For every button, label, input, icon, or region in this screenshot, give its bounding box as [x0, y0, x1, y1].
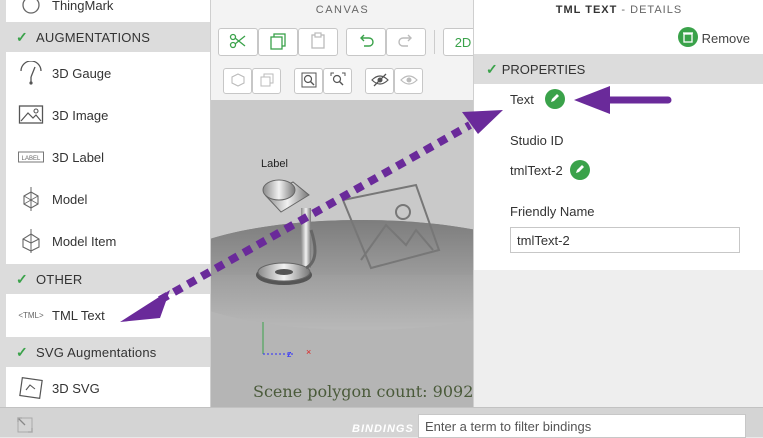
studio-id-value: tmlText-2 — [510, 163, 563, 178]
list-item-model-item[interactable]: Model Item — [6, 220, 210, 262]
details-panel: TML TEXT - DETAILS Remove ✓ PROPERTIES T… — [473, 0, 763, 270]
zoom-selection-icon — [330, 72, 346, 91]
section-header-augmentations[interactable]: ✓ AUGMENTATIONS — [6, 22, 210, 52]
cut-button[interactable] — [218, 28, 258, 56]
list-item-label: 3D Image — [52, 107, 109, 123]
pencil-icon — [574, 163, 586, 178]
show-button[interactable] — [394, 68, 423, 94]
chevron-down-icon: ✓ — [16, 343, 28, 360]
list-item-3d-label[interactable]: LABEL 3D Label — [6, 136, 210, 178]
edit-studio-id-button[interactable] — [570, 160, 590, 180]
bindings-bar: BINDINGS — [0, 407, 763, 438]
list-item-label: 3D Label — [52, 149, 105, 165]
eye-slash-icon — [370, 73, 389, 90]
friendly-name-label: Friendly Name — [510, 204, 595, 219]
3d-scene-viewport[interactable]: Label z × — [211, 100, 474, 407]
canvas-panel: CANVAS 2D Label z × Scene polygon count:… — [210, 0, 474, 407]
polygon-count: Scene polygon count: 9092 — [253, 382, 474, 401]
filter-bindings-input[interactable] — [418, 414, 746, 438]
redo-icon — [397, 32, 415, 53]
list-item-label: Model — [52, 191, 88, 207]
studio-id-label: Studio ID — [510, 133, 564, 148]
label-icon: LABEL — [16, 144, 46, 170]
hide-button[interactable] — [365, 68, 394, 94]
image-icon — [16, 102, 46, 128]
friendly-name-field[interactable] — [510, 227, 740, 253]
trash-icon — [677, 27, 698, 50]
list-item-3d-gauge[interactable]: 3D Gauge — [6, 52, 210, 94]
list-item-label: 3D SVG — [52, 380, 100, 396]
paste-icon — [309, 31, 327, 53]
model-item-icon — [16, 228, 46, 254]
scene-graphics: Label z × — [211, 100, 474, 407]
section-header-svg[interactable]: ✓ SVG Augmentations — [6, 337, 210, 367]
chevron-down-icon: ✓ — [486, 60, 498, 77]
eye-icon — [399, 73, 418, 90]
zoom-selection-button[interactable] — [323, 68, 352, 94]
list-item-label: TML Text — [52, 307, 105, 323]
list-item-label: 3D Gauge — [52, 65, 112, 81]
list-item-3d-svg[interactable]: 3D SVG — [6, 367, 210, 407]
2d-mode-button[interactable]: 2D — [443, 28, 474, 56]
copy-icon — [269, 32, 287, 53]
svg-text:LABEL: LABEL — [22, 156, 41, 162]
paste-button[interactable] — [298, 28, 338, 56]
augmentations-panel: ThingMark ✓ AUGMENTATIONS 3D Gauge 3D Im… — [0, 0, 210, 407]
toolbar-divider — [434, 30, 435, 54]
chevron-down-icon: ✓ — [16, 28, 28, 45]
expand-icon[interactable] — [16, 416, 34, 437]
duplicate-icon — [260, 73, 274, 90]
gauge-icon — [16, 60, 46, 86]
section-header-other[interactable]: ✓ OTHER — [6, 264, 210, 294]
scissors-icon — [229, 32, 247, 53]
cube-icon — [230, 72, 245, 90]
remove-label: Remove — [701, 31, 750, 46]
bindings-label: BINDINGS — [352, 423, 414, 435]
copy-button[interactable] — [258, 28, 298, 56]
section-title: OTHER — [36, 271, 83, 287]
duplicate-view-button[interactable] — [252, 68, 281, 94]
undo-icon — [357, 32, 375, 53]
list-item-tml-text[interactable]: <TML> TML Text — [6, 294, 210, 336]
section-header-properties[interactable]: ✓ PROPERTIES — [474, 54, 763, 84]
remove-button[interactable]: Remove — [677, 27, 750, 50]
cube-view-button[interactable] — [223, 68, 252, 94]
chevron-down-icon: ✓ — [16, 270, 28, 287]
list-item-model[interactable]: Model — [6, 178, 210, 220]
model-icon — [16, 186, 46, 212]
details-title: TML TEXT - DETAILS — [555, 4, 683, 16]
list-item-label: ThingMark — [52, 0, 114, 13]
section-title: PROPERTIES — [501, 61, 586, 77]
canvas-title: CANVAS — [315, 4, 370, 16]
svg-text:×: × — [306, 347, 311, 357]
text-property-label: Text — [510, 92, 534, 107]
section-title: AUGMENTATIONS — [36, 29, 151, 45]
zoom-icon — [301, 72, 317, 91]
thingmark-icon — [16, 0, 46, 18]
scene-label-text: Label — [261, 158, 288, 170]
list-item-3d-image[interactable]: 3D Image — [6, 94, 210, 136]
tml-icon: <TML> — [18, 310, 44, 320]
edit-text-button[interactable] — [545, 89, 565, 109]
section-title: SVG Augmentations — [36, 344, 157, 360]
list-item-label: Model Item — [52, 233, 117, 249]
redo-button[interactable] — [386, 28, 426, 56]
zoom-fit-button[interactable] — [294, 68, 323, 94]
undo-button[interactable] — [346, 28, 386, 56]
2d-mode-label: 2D — [454, 34, 472, 50]
pencil-icon — [549, 92, 561, 107]
details-empty-area — [473, 270, 763, 407]
svg-icon — [16, 375, 46, 401]
svg-text:z: z — [287, 349, 292, 359]
